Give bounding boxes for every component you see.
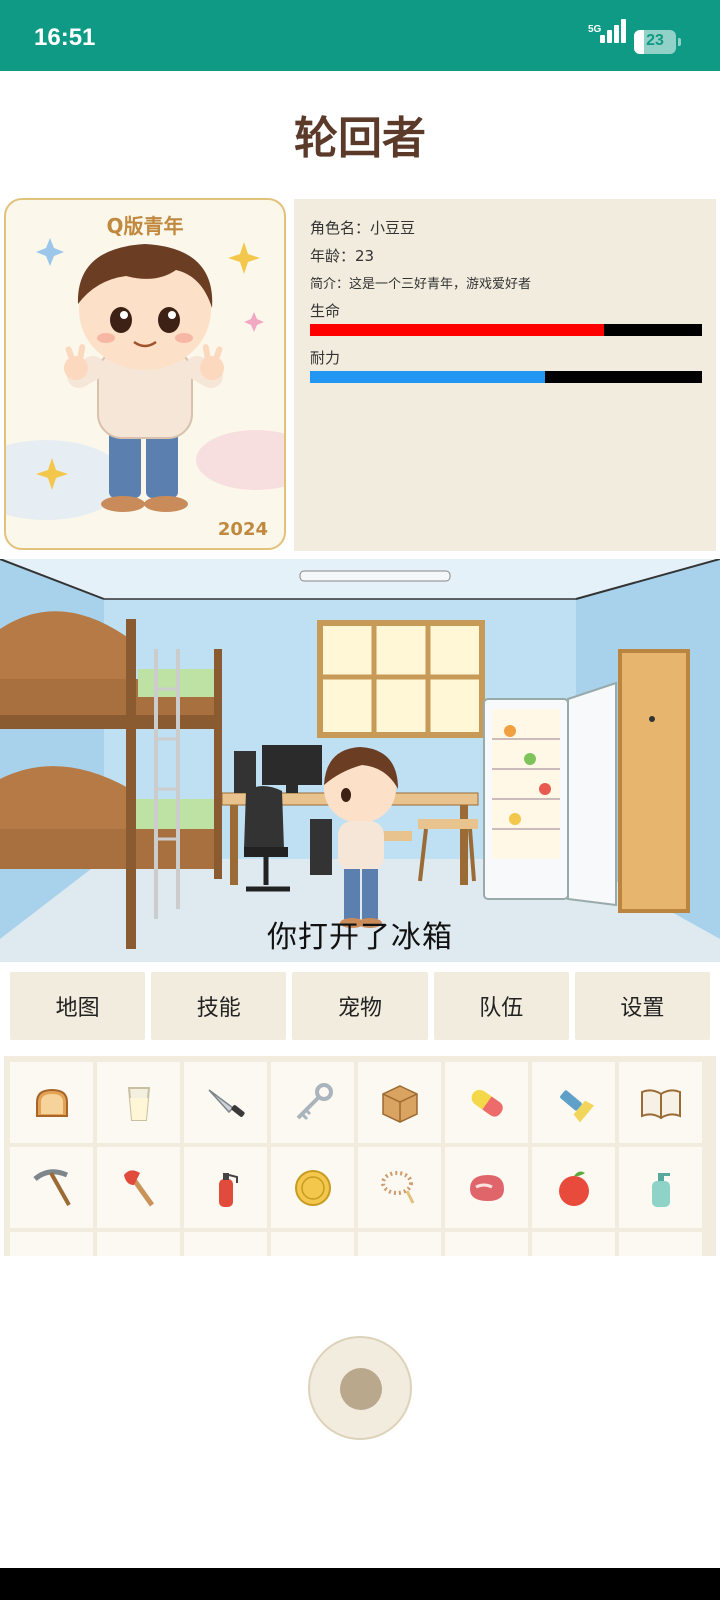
status-bar: 16:51 5G 23	[0, 0, 720, 71]
card-year: 2024	[217, 519, 268, 540]
inventory-slot[interactable]	[97, 1062, 180, 1143]
character-age: 年龄：23	[310, 247, 375, 265]
main-menu: 地图 技能 宠物 队伍 设置	[10, 972, 711, 1040]
joystick[interactable]	[308, 1336, 412, 1440]
fire-extinguisher-icon	[218, 1172, 238, 1207]
joystick-knob[interactable]	[340, 1368, 382, 1410]
pickaxe-icon	[32, 1168, 71, 1206]
room-illustration	[0, 559, 720, 962]
character-intro: 简介：这是一个三好青年，游戏爱好者	[310, 277, 532, 292]
key-icon	[296, 1082, 333, 1120]
coin-icon	[294, 1169, 331, 1206]
inventory-slot[interactable]	[10, 1232, 93, 1256]
battery-icon: 23	[634, 30, 681, 54]
stamina-label: 耐力	[310, 349, 341, 367]
box-icon	[381, 1084, 418, 1123]
apple-icon	[558, 1171, 589, 1206]
inventory-slot[interactable]	[619, 1147, 702, 1228]
character-info-panel: 角色名：小豆豆 年龄：23 简介：这是一个三好青年，游戏爱好者 生命 耐力	[294, 199, 716, 551]
soap-bottle-icon	[651, 1172, 670, 1207]
inventory-slot[interactable]	[445, 1062, 528, 1143]
pets-button[interactable]: 宠物	[292, 972, 428, 1040]
hp-label: 生命	[310, 302, 341, 320]
settings-button[interactable]: 设置	[574, 972, 711, 1040]
axe-icon	[123, 1169, 154, 1206]
card-caption: Q版青年	[106, 214, 184, 238]
inventory-slot[interactable]	[271, 1062, 354, 1143]
inventory-slot[interactable]	[358, 1147, 441, 1228]
page-title: 轮回者	[294, 113, 426, 164]
inventory-slot[interactable]	[532, 1147, 615, 1228]
inventory-slot[interactable]	[184, 1232, 267, 1256]
inventory-slot[interactable]	[184, 1062, 267, 1143]
inventory-slot[interactable]	[184, 1147, 267, 1228]
inventory-slot[interactable]	[10, 1147, 93, 1228]
inventory-slot[interactable]	[358, 1232, 441, 1256]
inventory-slot[interactable]	[619, 1232, 702, 1256]
scene-message: 你打开了冰箱	[267, 920, 453, 955]
knife-icon	[207, 1088, 245, 1117]
milk-glass-icon	[127, 1086, 150, 1121]
stamina-bar-fill	[310, 371, 546, 383]
stamina-bar	[310, 371, 702, 383]
battery-level: 23	[646, 32, 664, 49]
game-scene[interactable]	[0, 559, 720, 962]
hp-bar	[310, 324, 702, 336]
character-name: 角色名：小豆豆	[310, 219, 416, 237]
character-portrait	[6, 238, 284, 520]
beads-icon	[380, 1170, 414, 1204]
team-button[interactable]: 队伍	[433, 972, 569, 1040]
inventory-panel	[4, 1056, 716, 1256]
hp-bar-fill	[310, 324, 604, 336]
signal-icon: 5G	[588, 19, 626, 54]
inventory-slot[interactable]	[445, 1232, 528, 1256]
map-button[interactable]: 地图	[10, 972, 146, 1040]
inventory-slot[interactable]	[358, 1062, 441, 1143]
inventory-slot[interactable]	[271, 1147, 354, 1228]
inventory-slot[interactable]	[10, 1062, 93, 1143]
inventory-slot[interactable]	[532, 1062, 615, 1143]
book-icon	[640, 1088, 681, 1119]
character-avatar-card: Q版青年 2024	[4, 198, 286, 550]
bread-icon	[35, 1088, 68, 1117]
meat-icon	[469, 1174, 504, 1201]
status-time: 16:51	[34, 24, 96, 51]
network-type: 5G	[588, 24, 602, 35]
inventory-slot[interactable]	[532, 1232, 615, 1256]
flashlight-icon	[559, 1089, 594, 1122]
status-icons: 5G 23	[588, 19, 681, 54]
pill-icon	[471, 1089, 503, 1117]
inventory-slot[interactable]	[271, 1232, 354, 1256]
inventory-slot[interactable]	[445, 1147, 528, 1228]
inventory-slot[interactable]	[97, 1147, 180, 1228]
skills-button[interactable]: 技能	[151, 972, 287, 1040]
system-nav-bar	[0, 1568, 720, 1600]
inventory-slot[interactable]	[619, 1062, 702, 1143]
inventory-slot[interactable]	[97, 1232, 180, 1256]
